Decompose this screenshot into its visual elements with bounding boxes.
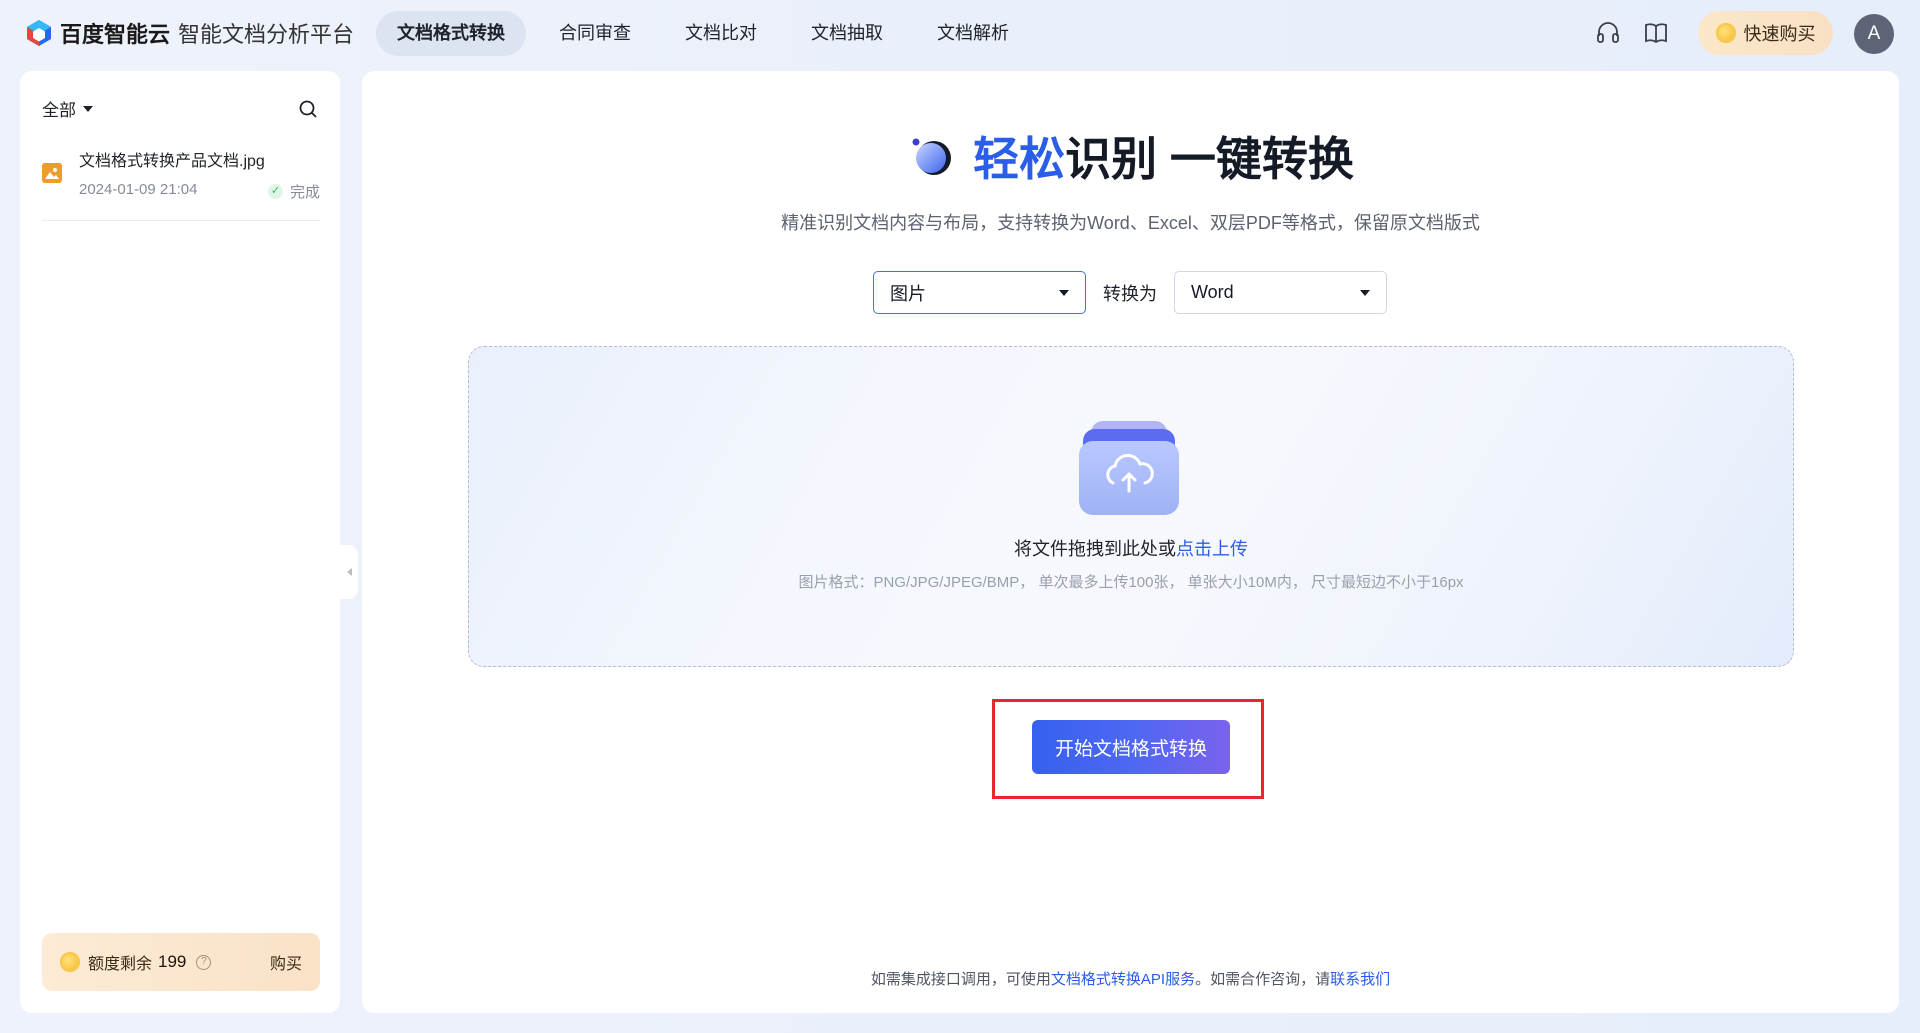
nav-contract-review[interactable]: 合同审查: [538, 11, 652, 56]
chevron-left-icon: [346, 568, 352, 576]
filter-label: 全部: [42, 101, 76, 120]
quick-buy-label: 快速购买: [1743, 24, 1816, 44]
api-service-link[interactable]: 文档格式转换API服务: [1051, 971, 1195, 988]
hero-logo-icon: [912, 138, 952, 175]
product-name: 智能文档分析平台: [178, 22, 355, 47]
footer-note: 如需集成接口调用，可使用文档格式转换API服务。如需合作咨询，请联系我们: [362, 968, 1899, 989]
nav-doc-parse[interactable]: 文档解析: [916, 11, 1030, 56]
main-panel: 轻松 识别 一键转换 精准识别文档内容与布局，支持转换为Word、Excel、双层…: [362, 71, 1899, 1013]
target-format-select[interactable]: Word: [1174, 271, 1387, 314]
file-name: 文档格式转换产品文档.jpg: [79, 153, 265, 170]
file-date: 2024-01-09 21:04: [79, 181, 198, 198]
logo[interactable]: 百度智能云 智能文档分析平台: [24, 16, 354, 50]
footer-text-2: 。如需合作咨询，请: [1195, 971, 1331, 988]
main-nav: 文档格式转换 合同审查 文档比对 文档抽取 文档解析: [376, 11, 1042, 56]
nav-doc-format-convert[interactable]: 文档格式转换: [376, 11, 526, 56]
nav-doc-compare[interactable]: 文档比对: [664, 11, 778, 56]
quota-value: 199: [158, 952, 187, 971]
sidebar-collapse-handle[interactable]: [340, 545, 358, 599]
quota-label: 额度剩余: [88, 956, 153, 973]
search-icon[interactable]: [298, 99, 318, 119]
format-selectors: 图片 转换为 Word: [873, 271, 1387, 314]
caret-down-icon: [83, 105, 93, 112]
click-upload-link[interactable]: 点击上传: [1176, 539, 1248, 559]
convert-to-label: 转换为: [1103, 283, 1157, 304]
file-status: ✓ 完成: [267, 181, 320, 202]
upload-hint: 图片格式：PNG/JPG/JPEG/BMP， 单次最多上传100张， 单张大小1…: [798, 574, 1464, 591]
target-format-value: Word: [1191, 282, 1234, 302]
start-convert-button[interactable]: 开始文档格式转换: [1032, 720, 1230, 774]
coin-icon: [60, 952, 80, 972]
headset-icon[interactable]: [1595, 20, 1621, 46]
file-sidebar: 全部 文档格式转换产品文档.jpg 2024-01-09 21:04 ✓ 完成 …: [20, 71, 340, 1013]
image-file-icon: [42, 163, 62, 183]
upload-text: 将文件拖拽到此处或: [1014, 539, 1176, 559]
avatar[interactable]: A: [1854, 14, 1894, 54]
contact-us-link[interactable]: 联系我们: [1330, 971, 1390, 988]
baidu-cloud-logo-icon: [27, 20, 51, 46]
source-format-select[interactable]: 图片: [873, 271, 1086, 314]
quick-buy-button[interactable]: 快速购买: [1698, 11, 1833, 55]
page-subtitle: 精准识别文档内容与布局，支持转换为Word、Excel、双层PDF等格式，保留原…: [781, 213, 1480, 233]
help-icon[interactable]: ?: [196, 954, 212, 970]
caret-down-icon: [1059, 289, 1069, 296]
check-circle-icon: ✓: [267, 184, 283, 199]
title-accent: 轻松: [973, 133, 1066, 185]
book-icon[interactable]: [1643, 20, 1669, 46]
filter-dropdown[interactable]: 全部: [42, 96, 93, 121]
file-list-item[interactable]: 文档格式转换产品文档.jpg 2024-01-09 21:04 ✓ 完成: [42, 139, 320, 221]
brand-name: 百度智能云: [60, 22, 171, 47]
top-bar: 百度智能云 智能文档分析平台 文档格式转换 合同审查 文档比对 文档抽取 文档解…: [0, 0, 1920, 66]
coin-icon: [1715, 23, 1736, 43]
page-title: 轻松 识别 一键转换: [907, 123, 1354, 189]
cloud-upload-icon: [1079, 421, 1179, 515]
nav-doc-extract[interactable]: 文档抽取: [790, 11, 904, 56]
footer-text-1: 如需集成接口调用，可使用: [870, 971, 1051, 988]
quota-buy-button[interactable]: 购买: [270, 950, 302, 974]
source-format-value: 图片: [890, 283, 926, 304]
file-status-label: 完成: [289, 184, 320, 201]
upload-dropzone[interactable]: 将文件拖拽到此处或点击上传 图片格式：PNG/JPG/JPEG/BMP， 单次最…: [468, 346, 1794, 667]
upload-instruction: 将文件拖拽到此处或点击上传: [469, 535, 1793, 561]
title-rest: 识别 一键转换: [1065, 133, 1354, 185]
quota-panel: 额度剩余 199 ? 购买: [42, 933, 320, 991]
caret-down-icon: [1360, 289, 1370, 296]
hero: 轻松 识别 一键转换: [362, 123, 1899, 189]
